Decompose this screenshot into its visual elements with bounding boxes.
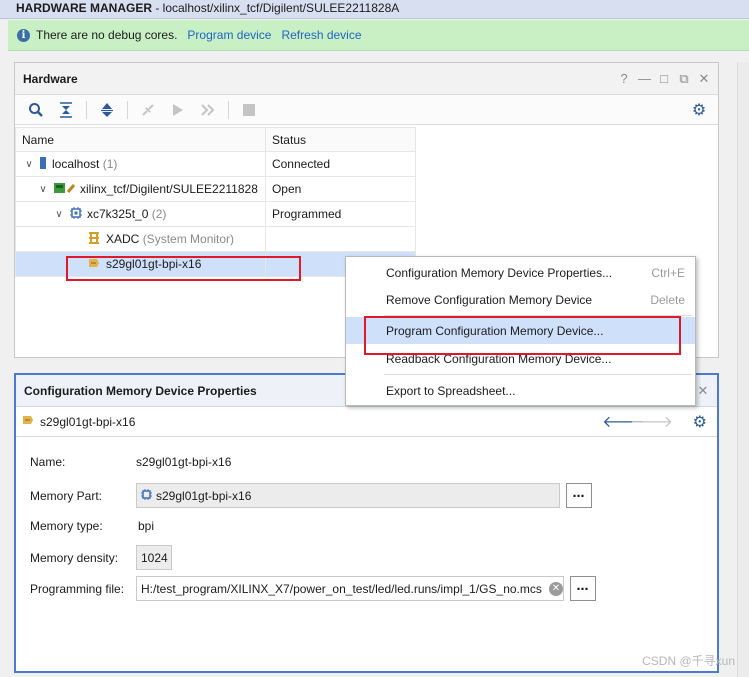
memory-density-field: 1024 xyxy=(136,545,172,570)
hardware-toolbar: ⚙ xyxy=(15,95,718,125)
tree-row-label: XADC xyxy=(106,232,140,246)
collapse-all-icon[interactable] xyxy=(53,98,79,122)
properties-title-text: Configuration Memory Device Properties xyxy=(24,384,257,398)
settings-gear-icon[interactable]: ⚙ xyxy=(686,98,712,122)
chevron-down-icon[interactable]: ∨ xyxy=(22,159,36,170)
stop-icon[interactable] xyxy=(236,98,262,122)
tree-row-label: xc7k325t_0 xyxy=(87,207,149,221)
info-bar: i There are no debug cores. Program devi… xyxy=(8,20,749,51)
minimize-icon[interactable]: — xyxy=(638,63,651,95)
tree-row-status xyxy=(264,226,417,252)
menu-item-label: Remove Configuration Memory Device xyxy=(386,292,593,307)
hardware-title-text: Hardware xyxy=(23,72,78,86)
run-icon[interactable] xyxy=(165,98,191,122)
tree-row-status: Open xyxy=(264,176,417,202)
memory-part-label: Memory Part: xyxy=(30,488,103,503)
name-label: Name: xyxy=(30,455,66,469)
menu-item-label: Export to Spreadsheet... xyxy=(386,383,516,398)
hardware-panel-title: Hardware ? — □ ⧉ ✕ xyxy=(15,63,718,95)
help-icon[interactable]: ? xyxy=(618,63,630,95)
menu-item-export[interactable]: Export to Spreadsheet... xyxy=(346,377,695,404)
prop-row-memory-type: Memory type: bpi xyxy=(30,519,154,533)
tree-row-status: Programmed xyxy=(264,201,417,227)
annotation-box-device xyxy=(66,256,301,281)
tree-row-localhost[interactable]: ∨ localhost (1) Connected xyxy=(15,151,417,177)
memory-density-value: 1024 xyxy=(141,550,168,565)
menu-item-shortcut: Delete xyxy=(650,292,685,307)
right-scrollbar[interactable] xyxy=(737,62,749,677)
clear-icon[interactable]: ✕ xyxy=(549,581,563,596)
xadc-icon xyxy=(88,231,100,247)
programming-file-value: H:/test_program/XILINX_X7/power_on_test/… xyxy=(141,581,542,596)
window-title: HARDWARE MANAGER - localhost/xilinx_tcf/… xyxy=(0,0,749,19)
search-icon[interactable] xyxy=(23,98,49,122)
info-icon: i xyxy=(17,28,30,42)
tree-row-suffix: (1) xyxy=(102,157,118,171)
memory-part-value: s29gl01gt-bpi-x16 xyxy=(156,488,252,503)
tree-row-label: xilinx_tcf/Digilent/SULEE2211828 xyxy=(80,182,258,196)
annotation-box-program xyxy=(364,316,681,355)
memory-part-field[interactable]: s29gl01gt-bpi-x16 xyxy=(136,483,560,508)
tree-row-status: Connected xyxy=(264,151,417,177)
tree-row-target[interactable]: ∨ xilinx_tcf/Digilent/SULEE2211828 Open xyxy=(15,176,417,202)
expand-all-icon[interactable] xyxy=(94,98,120,122)
board-icon xyxy=(54,182,76,197)
fast-forward-icon[interactable] xyxy=(195,98,221,122)
tree-row-fpga[interactable]: ∨ xc7k325t_0 (2) Programmed xyxy=(15,201,417,227)
info-message: There are no debug cores. xyxy=(36,28,178,42)
chip-icon xyxy=(141,488,152,503)
prop-row-name: Name: s29gl01gt-bpi-x16 xyxy=(30,455,231,469)
forward-arrow-icon[interactable]: 🡒 xyxy=(630,411,673,432)
float-icon[interactable]: ⧉ xyxy=(678,63,690,95)
auto-connect-icon[interactable] xyxy=(135,98,161,122)
programming-file-input[interactable]: H:/test_program/XILINX_X7/power_on_test/… xyxy=(136,576,564,601)
memory-device-icon xyxy=(22,414,34,429)
refresh-device-link[interactable]: Refresh device xyxy=(281,28,361,42)
watermark: CSDN @千寻xun xyxy=(642,654,735,668)
title-path: - localhost/xilinx_tcf/Digilent/SULEE221… xyxy=(152,1,400,15)
chevron-down-icon[interactable]: ∨ xyxy=(52,209,66,220)
hardware-tree-table: Name Status ∨ localhost (1) Connected ∨ … xyxy=(15,127,417,277)
properties-gear-icon[interactable]: ⚙ xyxy=(693,412,707,432)
memory-type-label: Memory type: xyxy=(30,519,103,533)
maximize-icon[interactable]: □ xyxy=(658,63,670,95)
memory-density-label: Memory density: xyxy=(30,550,119,565)
menu-item-remove[interactable]: Remove Configuration Memory Device Delet… xyxy=(346,286,695,313)
menu-item-shortcut: Ctrl+E xyxy=(651,265,685,280)
memory-type-value: bpi xyxy=(138,519,155,533)
title-bold: HARDWARE MANAGER xyxy=(16,1,152,15)
menu-item-properties[interactable]: Configuration Memory Device Properties..… xyxy=(346,259,695,286)
programming-file-label: Programming file: xyxy=(30,581,125,596)
column-header-status[interactable]: Status xyxy=(264,127,417,152)
prop-row-programming-file: Programming file: H:/test_program/XILINX… xyxy=(30,576,596,601)
server-icon xyxy=(40,156,46,172)
name-value: s29gl01gt-bpi-x16 xyxy=(136,455,232,469)
programming-file-browse-button[interactable]: ⋯ xyxy=(570,576,596,601)
close-icon[interactable]: ✕ xyxy=(697,375,709,407)
close-icon[interactable]: ✕ xyxy=(698,63,710,95)
tree-row-xadc[interactable]: XADC (System Monitor) xyxy=(15,226,417,252)
properties-subheader: s29gl01gt-bpi-x16 🡐 🡒 ⚙ xyxy=(16,407,717,437)
column-header-name[interactable]: Name xyxy=(15,127,266,152)
program-device-link[interactable]: Program device xyxy=(187,28,271,42)
tree-row-label: localhost xyxy=(52,157,100,171)
memory-part-browse-button[interactable]: ⋯ xyxy=(566,483,592,508)
prop-row-memory-part: Memory Part: s29gl01gt-bpi-x16 ⋯ xyxy=(30,483,592,508)
prop-row-memory-density: Memory density: 1024 xyxy=(30,545,172,570)
chevron-down-icon[interactable]: ∨ xyxy=(36,184,50,195)
properties-panel: Configuration Memory Device Properties ✕… xyxy=(14,373,719,673)
tree-row-suffix: (System Monitor) xyxy=(142,232,235,246)
tree-row-suffix: (2) xyxy=(151,207,167,221)
selected-device-name: s29gl01gt-bpi-x16 xyxy=(40,414,136,429)
chip-icon xyxy=(70,206,82,222)
menu-item-label: Configuration Memory Device Properties..… xyxy=(386,265,613,280)
